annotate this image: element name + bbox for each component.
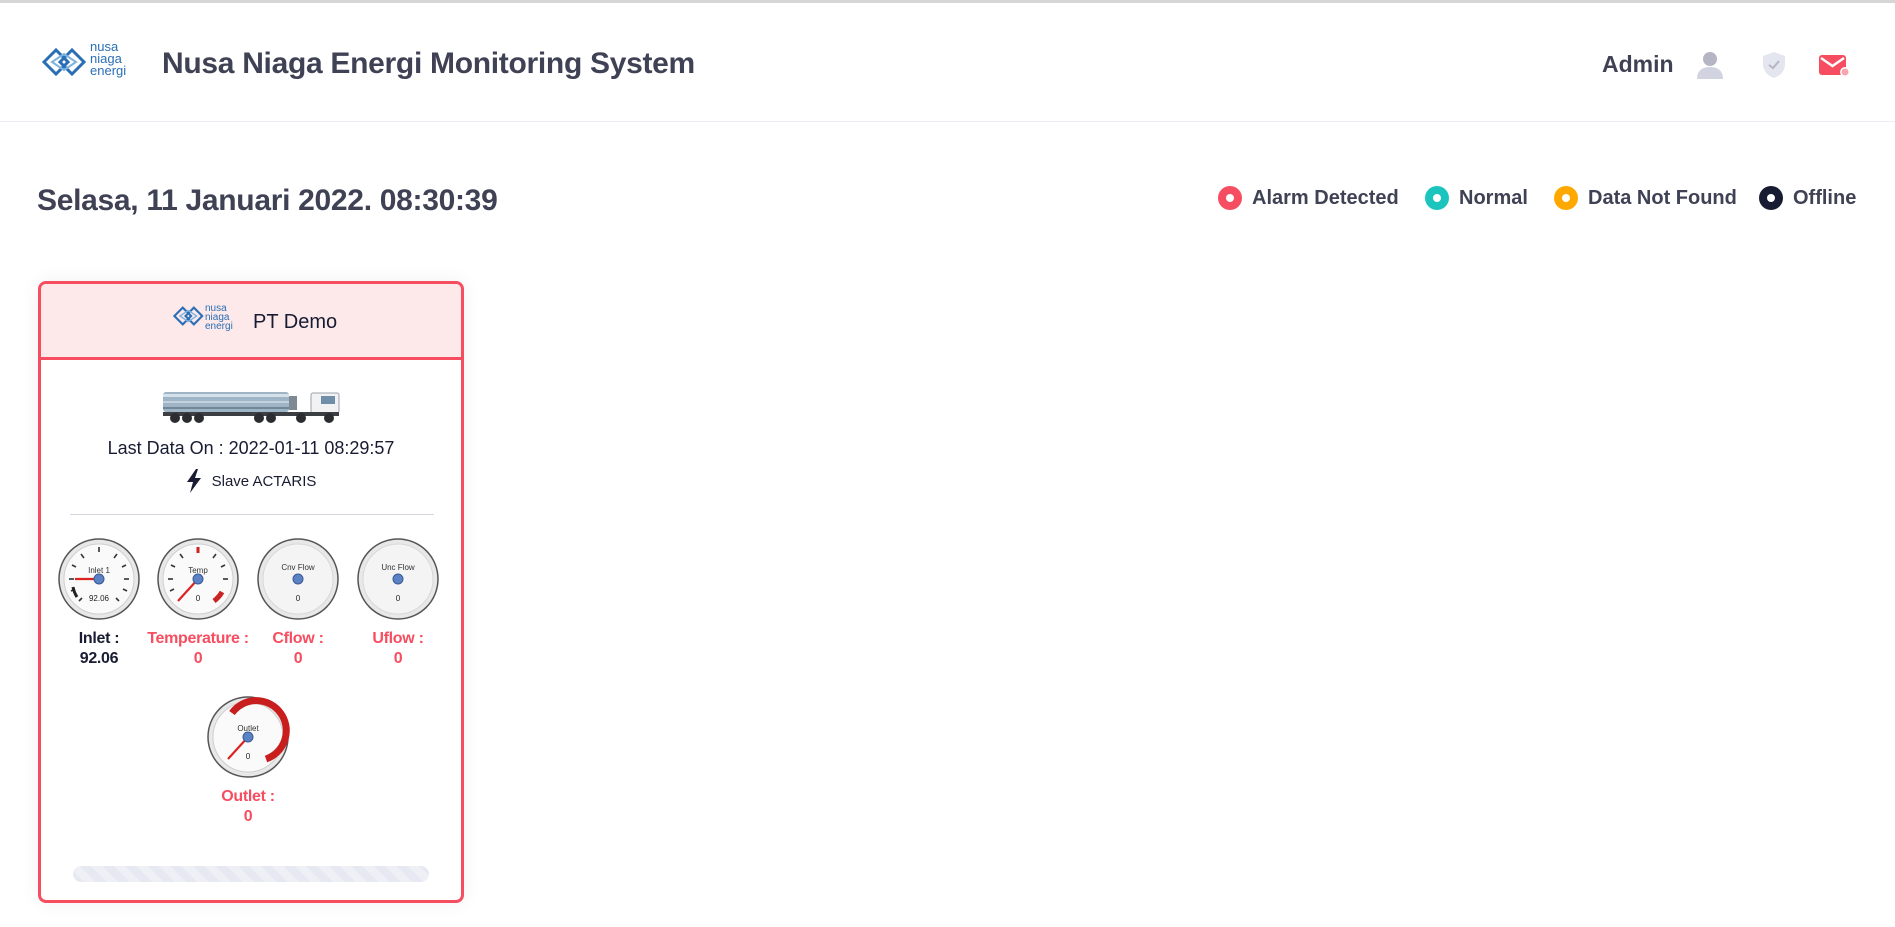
loading-progress-bar [73, 866, 429, 882]
logo-text: nusa niaga energi [90, 40, 127, 78]
gauge-dial-value: 0 [396, 594, 401, 603]
logo-text: nusa niaga energi [205, 304, 233, 332]
cflow-gauge[interactable]: Cnv Flow 0 [256, 537, 340, 621]
legend-label: Normal [1459, 186, 1528, 209]
current-datetime: Selasa, 11 Januari 2022. 08:30:39 [37, 184, 498, 217]
card-divider [70, 514, 434, 515]
outlet-gauge[interactable]: Outlet 0 [206, 695, 290, 779]
temperature-gauge[interactable]: Temp 0 [156, 537, 240, 621]
gauge-dial-value: 92.06 [89, 594, 110, 603]
shield-check-icon[interactable] [1756, 47, 1792, 83]
reading-value: 0 [393, 650, 403, 667]
outlet-reading: Outlet : 0 [188, 787, 308, 827]
uflow-gauge[interactable]: Unc Flow 0 [356, 537, 440, 621]
lightning-bolt-icon [186, 469, 201, 493]
offline-status-dot-icon [1759, 186, 1783, 210]
legend-alarm: Alarm Detected [1218, 184, 1399, 212]
gauge-dial-value: 0 [196, 594, 201, 603]
logo-mark-icon [42, 47, 87, 77]
gauge-dial-value: 0 [296, 594, 301, 603]
reading-value: 0 [243, 808, 253, 825]
alarm-status-dot-icon [1218, 186, 1242, 210]
reading-label: Outlet : [221, 788, 275, 805]
brand-logo[interactable]: nusa niaga energi [42, 40, 134, 81]
not-found-status-dot-icon [1554, 186, 1578, 210]
legend-offline: Offline [1759, 184, 1856, 212]
app-title: Nusa Niaga Energi Monitoring System [162, 47, 695, 80]
logo-word-3: energi [205, 321, 233, 332]
station-card-header: nusa niaga energi PT Demo [41, 284, 461, 360]
user-name[interactable]: Admin [1602, 51, 1674, 78]
legend-label: Data Not Found [1588, 186, 1737, 209]
legend-label: Offline [1793, 186, 1857, 209]
gauge-dial-label: Unc Flow [381, 563, 415, 572]
legend-normal: Normal [1425, 184, 1528, 212]
gas-truck-image [163, 392, 340, 423]
station-name: PT Demo [253, 311, 338, 333]
last-data-timestamp: Last Data On : 2022-01-11 08:29:57 [107, 438, 395, 458]
slave-info: Slave ACTARIS [41, 469, 461, 493]
reading-label: Uflow : [372, 630, 424, 647]
inlet-gauge[interactable]: Inlet 1 92.06 [57, 537, 141, 621]
legend-data-not-found: Data Not Found [1554, 184, 1737, 212]
station-card[interactable]: nusa niaga energi PT Demo Last Data On :… [38, 281, 464, 903]
gauge-dial-value: 0 [246, 752, 251, 761]
user-icon[interactable] [1692, 47, 1728, 83]
logo-word-3: energi [90, 63, 127, 78]
logo-mark-icon [172, 306, 204, 326]
app-header: nusa niaga energi Nusa Niaga Energi Moni… [0, 3, 1895, 122]
normal-status-dot-icon [1425, 186, 1449, 210]
mail-icon[interactable] [1816, 47, 1852, 83]
slave-label: Slave ACTARIS [211, 472, 317, 490]
gauge-dial-label: Cnv Flow [281, 563, 315, 572]
station-logo: nusa niaga energi [172, 304, 233, 333]
uflow-reading: Uflow : 0 [338, 629, 458, 669]
legend-label: Alarm Detected [1252, 186, 1399, 209]
